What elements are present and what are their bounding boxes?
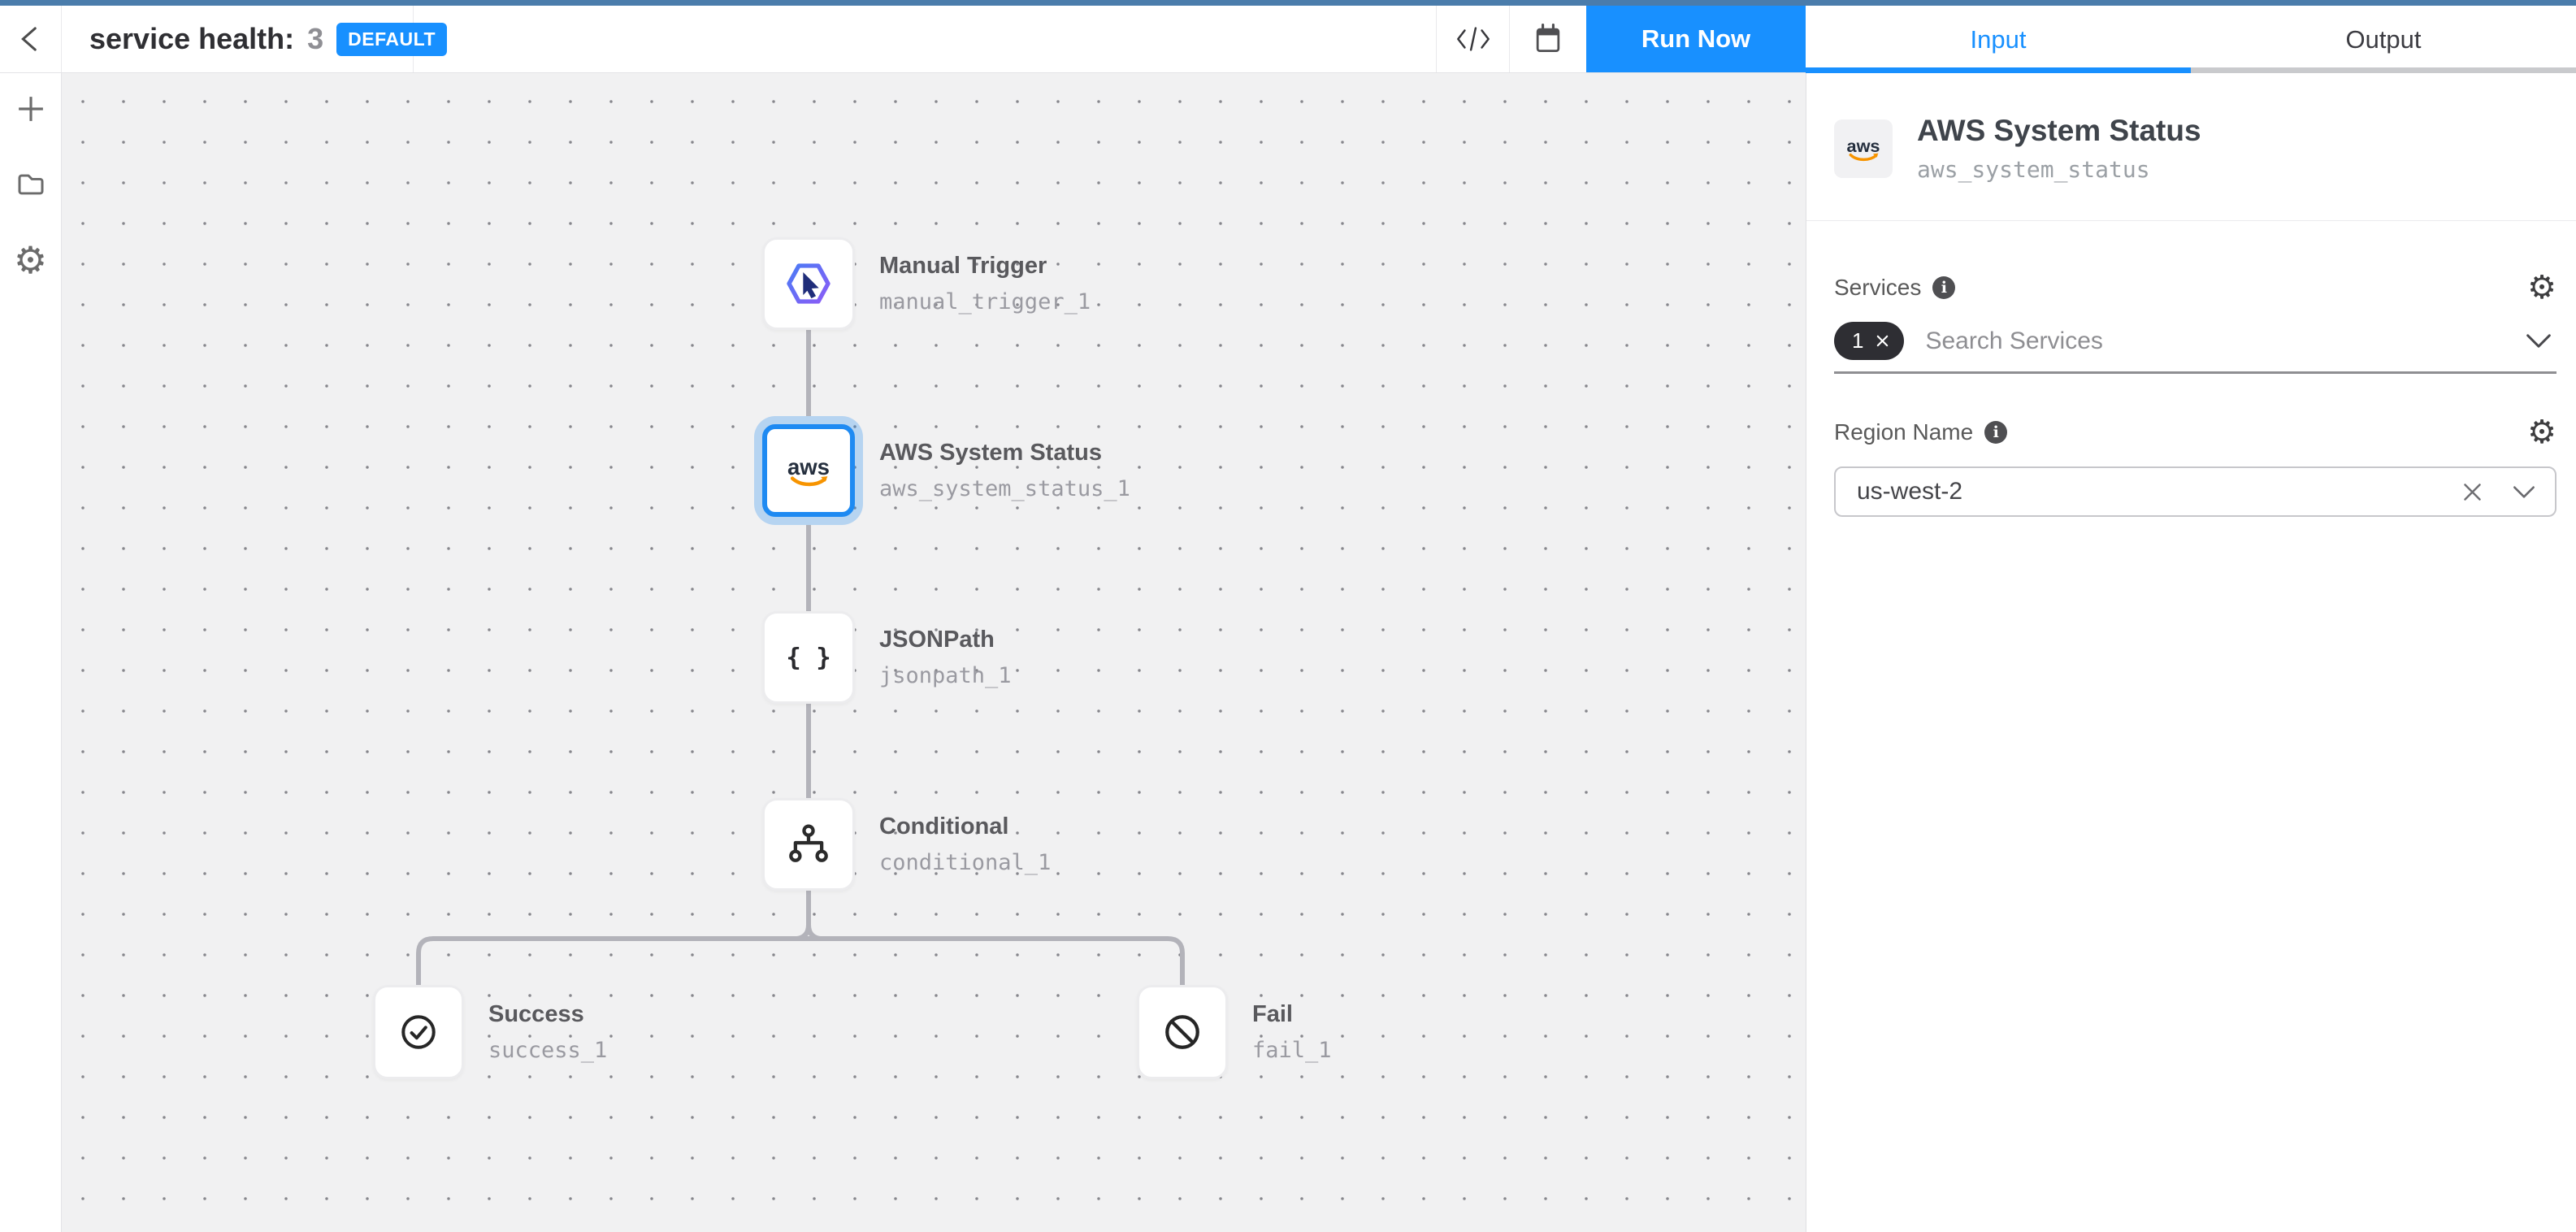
aws-logo-icon: aws: [782, 444, 835, 497]
node-title: Manual Trigger: [879, 253, 1091, 280]
region-label-row: Region Name i ⚙: [1834, 416, 2556, 449]
node-fail: Fail fail_1: [1137, 985, 1332, 1079]
aws-logo-icon: aws: [1842, 128, 1884, 170]
curly-braces-icon: { }: [783, 631, 835, 683]
services-field: Services i ⚙ 1 Search Services: [1834, 271, 2556, 374]
plus-icon: [14, 92, 48, 126]
info-icon[interactable]: i: [1932, 276, 1955, 299]
region-select[interactable]: us-west-2: [1834, 466, 2556, 517]
node-jsonpath: { } JSONPath jsonpath_1: [762, 611, 1012, 704]
tab-input[interactable]: Input: [1806, 6, 2191, 73]
tab-output[interactable]: Output: [2191, 6, 2576, 73]
gear-icon: ⚙: [2527, 271, 2556, 304]
playbook-title: service health:: [89, 22, 294, 56]
code-view-button[interactable]: [1436, 6, 1509, 72]
node-id: manual_trigger_1: [879, 289, 1091, 315]
node-manual-trigger: Manual Trigger manual_trigger_1: [762, 237, 1091, 330]
panel-body: Services i ⚙ 1 Search Services: [1806, 221, 2576, 517]
node-title: Conditional: [879, 813, 1051, 840]
workflow-canvas[interactable]: Manual Trigger manual_trigger_1 aws AWS …: [62, 73, 1806, 1232]
playbook-title-section: service health: 3 DEFAULT: [62, 6, 414, 72]
node-jsonpath-card[interactable]: { }: [762, 611, 855, 704]
back-button[interactable]: [0, 6, 62, 72]
topbar: service health: 3 DEFAULT Run Now: [0, 6, 1806, 73]
calendar-icon: [1530, 21, 1566, 57]
node-label: AWS System Status aws_system_status_1: [879, 440, 1130, 501]
region-value: us-west-2: [1857, 478, 1962, 505]
panel-header-texts: AWS System Status aws_system_status: [1917, 114, 2201, 183]
folder-icon: [14, 167, 48, 202]
node-title: JSONPath: [879, 627, 1012, 653]
services-selected-chip[interactable]: 1: [1834, 322, 1904, 360]
svg-text:{ }: { }: [786, 644, 830, 672]
topbar-spacer: [414, 6, 1436, 72]
node-id: success_1: [488, 1038, 607, 1063]
node-label: Conditional conditional_1: [879, 813, 1051, 875]
region-settings-button[interactable]: ⚙: [2527, 416, 2556, 449]
panel-app-tile: aws: [1834, 119, 1893, 178]
code-icon: [1455, 20, 1492, 58]
services-multiselect[interactable]: 1 Search Services: [1834, 322, 2556, 374]
workflow-editor: { "colors": { "accent": "#1890ff", "top_…: [0, 0, 2576, 1232]
canvas-toolbar: ⚙: [0, 73, 62, 1232]
node-conditional-card[interactable]: [762, 798, 855, 891]
node-id: conditional_1: [879, 850, 1051, 875]
chevron-down-icon[interactable]: [2526, 333, 2556, 349]
node-label: Fail fail_1: [1252, 1001, 1332, 1063]
node-success: Success success_1: [373, 985, 607, 1079]
node-id: fail_1: [1252, 1038, 1332, 1063]
add-node-button[interactable]: [13, 91, 49, 127]
panel-tabs: Input Output: [1806, 6, 2576, 73]
node-aws-system-status-card[interactable]: aws: [762, 424, 855, 517]
check-circle-icon: [393, 1007, 444, 1057]
chevron-down-icon[interactable]: [2513, 485, 2535, 499]
files-button[interactable]: [13, 167, 49, 202]
services-settings-button[interactable]: ⚙: [2527, 271, 2556, 304]
node-fail-card[interactable]: [1137, 985, 1228, 1079]
back-chevron-icon: [14, 22, 48, 56]
gear-icon: ⚙: [14, 241, 47, 279]
panel-title: AWS System Status: [1917, 114, 2201, 148]
panel-header: aws AWS System Status aws_system_status: [1806, 73, 2576, 221]
svg-text:aws: aws: [787, 454, 830, 479]
node-label: JSONPath jsonpath_1: [879, 627, 1012, 688]
node-title: Fail: [1252, 1001, 1332, 1028]
node-title: AWS System Status: [879, 440, 1130, 466]
node-conditional: Conditional conditional_1: [762, 798, 1051, 891]
services-placeholder: Search Services: [1925, 328, 2102, 355]
panel-subtitle: aws_system_status: [1917, 156, 2201, 183]
schedule-button[interactable]: [1509, 6, 1586, 72]
node-label: Success success_1: [488, 1001, 607, 1063]
remove-icon[interactable]: [1876, 334, 1889, 348]
node-id: aws_system_status_1: [879, 476, 1130, 501]
node-label: Manual Trigger manual_trigger_1: [879, 253, 1091, 315]
settings-button[interactable]: ⚙: [13, 242, 49, 278]
node-title: Success: [488, 1001, 607, 1028]
no-entry-icon: [1157, 1007, 1208, 1057]
run-now-button[interactable]: Run Now: [1586, 6, 1806, 72]
chip-count: 1: [1852, 328, 1863, 354]
node-aws-system-status: aws AWS System Status aws_system_status_…: [762, 424, 1130, 517]
node-id: jsonpath_1: [879, 663, 1012, 688]
playbook-version: 3: [307, 22, 323, 56]
svg-text:aws: aws: [1847, 135, 1880, 155]
clear-icon[interactable]: [2461, 481, 2483, 503]
input-config-panel: aws AWS System Status aws_system_status …: [1806, 73, 2576, 1232]
info-icon[interactable]: i: [1984, 421, 2007, 444]
gear-icon: ⚙: [2527, 416, 2556, 449]
node-success-card[interactable]: [373, 985, 464, 1079]
region-field: Region Name i ⚙ us-west-2: [1834, 416, 2556, 517]
services-label: Services: [1834, 275, 1921, 301]
node-manual-trigger-card[interactable]: [762, 237, 855, 330]
region-label: Region Name: [1834, 419, 1973, 445]
hexagon-cursor-icon: [783, 258, 835, 310]
window-accent-strip: [0, 0, 2576, 6]
services-label-row: Services i ⚙: [1834, 271, 2556, 304]
branch-icon: [783, 819, 834, 870]
